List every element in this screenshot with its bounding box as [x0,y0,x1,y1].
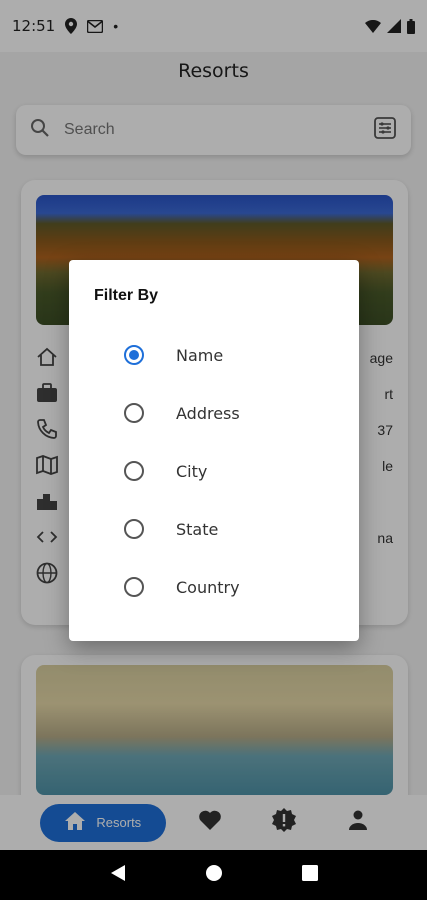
option-label: State [176,519,219,539]
filter-option-address[interactable]: Address [69,384,359,442]
option-label: Address [176,403,240,423]
back-icon[interactable] [110,864,126,887]
radio-unchecked[interactable] [124,403,144,423]
option-label: Name [176,345,224,365]
option-label: Country [176,577,240,597]
radio-unchecked[interactable] [124,461,144,481]
home-circle-icon[interactable] [205,864,223,887]
filter-dialog: Filter By Name Address City State Countr… [69,260,359,641]
filter-option-name[interactable]: Name [69,326,359,384]
recents-icon[interactable] [301,864,318,886]
radio-unchecked[interactable] [124,577,144,597]
option-label: City [176,461,208,481]
dialog-title: Filter By [94,287,159,304]
radio-unchecked[interactable] [124,519,144,539]
radio-checked[interactable] [124,345,144,365]
filter-option-country[interactable]: Country [69,558,359,616]
filter-options: Name Address City State Country [69,326,359,616]
filter-option-state[interactable]: State [69,500,359,558]
radio-dot [129,350,139,360]
system-nav-bar [0,850,427,900]
filter-option-city[interactable]: City [69,442,359,500]
